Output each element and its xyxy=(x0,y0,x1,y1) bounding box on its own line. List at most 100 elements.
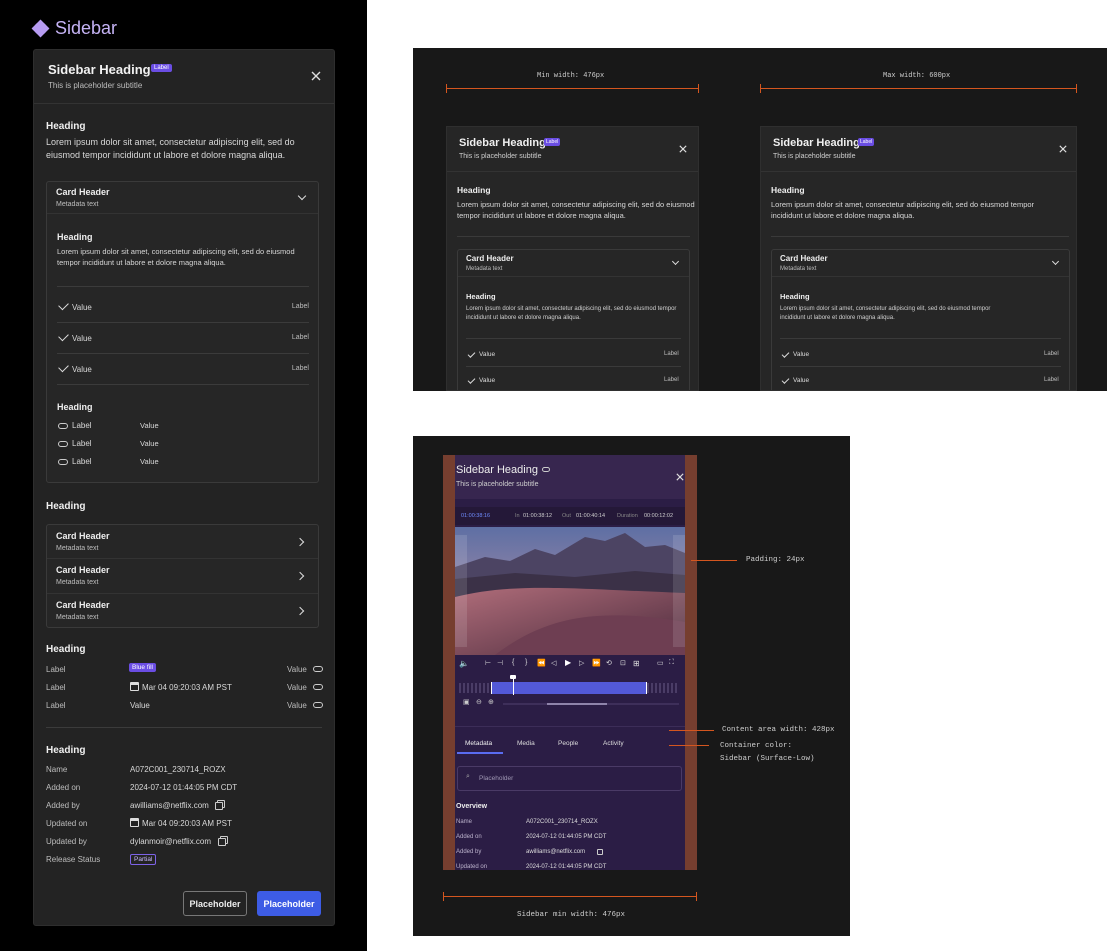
fast-forward-icon[interactable]: ⏩ xyxy=(592,659,601,667)
copy-icon[interactable] xyxy=(597,849,603,855)
meta-value: awilliams@netflix.com xyxy=(526,849,586,855)
frame-handle-left[interactable] xyxy=(455,535,467,647)
frame-handle-right[interactable] xyxy=(673,535,685,647)
min-width-label: Min width: 476px xyxy=(537,72,605,80)
card-list: Card Header Metadata text Card Header Me… xyxy=(46,524,319,628)
fullscreen-icon[interactable]: ⛶ xyxy=(669,659,674,667)
close-icon[interactable] xyxy=(676,473,684,481)
step-forward-icon[interactable]: ▷ xyxy=(579,659,584,667)
check-icon xyxy=(781,376,790,384)
volume-icon[interactable]: 🔈 xyxy=(459,659,469,668)
tab-activity[interactable]: Activity xyxy=(603,740,624,747)
primary-button[interactable]: Placeholder xyxy=(257,891,321,916)
tab-media[interactable]: Media xyxy=(517,740,535,747)
tab-people[interactable]: People xyxy=(558,740,578,747)
playhead[interactable] xyxy=(513,677,514,695)
divider xyxy=(57,322,309,323)
content-leader-line xyxy=(669,730,714,731)
list-item[interactable]: Value Label xyxy=(57,330,309,351)
close-icon[interactable] xyxy=(1059,145,1067,153)
max-width-dimension xyxy=(760,84,1077,93)
cloud-icon[interactable] xyxy=(313,702,323,708)
container-color-note: Container color: xyxy=(720,742,793,750)
go-to-out-icon[interactable]: } xyxy=(525,659,527,666)
zoom-in-icon[interactable]: ⊕ xyxy=(488,698,494,706)
chevron-right-icon xyxy=(295,537,305,547)
list-item[interactable]: Value Label xyxy=(57,361,309,382)
close-icon[interactable] xyxy=(679,145,687,153)
calendar-icon xyxy=(130,682,139,691)
padding-spec-artboard: Sidebar Heading This is placeholder subt… xyxy=(413,436,850,936)
close-icon[interactable] xyxy=(311,71,321,81)
diamond-logo-icon xyxy=(31,19,50,37)
tab-metadata[interactable]: Metadata xyxy=(465,740,492,747)
timecode-bar: 01:00:38:16 In 01:00:38:12 Out 01:00:40:… xyxy=(455,507,685,525)
playhead-handle[interactable] xyxy=(510,675,516,679)
pair-value: Value xyxy=(140,439,159,448)
current-timecode[interactable]: 01:00:38:16 xyxy=(461,513,490,519)
timeline-selection[interactable] xyxy=(491,682,647,694)
preview-card: Card Header Metadata text Heading Lorem … xyxy=(457,249,690,390)
divider xyxy=(771,236,1069,237)
go-to-in-icon[interactable]: { xyxy=(512,659,514,666)
search-input[interactable]: ⌕ Placeholder xyxy=(457,766,682,791)
list-item-value: Value xyxy=(479,351,496,358)
list-item[interactable]: Card Header Metadata text xyxy=(47,559,318,594)
check-icon xyxy=(781,350,790,358)
divider xyxy=(57,353,309,354)
add-marker-icon[interactable]: ⊞ xyxy=(633,659,640,668)
card-header[interactable]: Card Header Metadata text xyxy=(458,250,689,277)
list-item-value: Value xyxy=(479,377,496,384)
list-item-value: Value xyxy=(793,351,810,358)
copy-icon[interactable] xyxy=(215,802,223,810)
cloud-icon[interactable] xyxy=(313,684,323,690)
row-label: Label xyxy=(46,701,66,710)
divider xyxy=(57,286,309,287)
picture-in-picture-icon[interactable]: ▭ xyxy=(657,659,664,667)
sidebar-header: Sidebar Heading Label This is placeholde… xyxy=(34,50,334,104)
rewind-icon[interactable]: ⏪ xyxy=(537,659,546,667)
card-metadata: Metadata text xyxy=(56,201,99,208)
list-item[interactable]: Value Label xyxy=(57,299,309,320)
loop-icon[interactable]: ⟲ xyxy=(606,659,612,667)
card-metadata: Metadata text xyxy=(56,614,99,621)
list-item-label: Label xyxy=(1044,351,1059,357)
section-heading: Heading xyxy=(46,644,86,655)
secondary-button[interactable]: Placeholder xyxy=(183,891,247,916)
card-header[interactable]: Card Header Metadata text xyxy=(47,182,318,214)
snapshot-icon[interactable]: ▣ xyxy=(463,698,470,706)
min-width-dimension xyxy=(446,84,699,93)
cloud-icon[interactable] xyxy=(313,666,323,672)
mark-out-icon[interactable]: ⊣ xyxy=(497,659,503,667)
card-header-title: Card Header xyxy=(466,254,514,263)
meta-value: 2024-07-12 01:44:05 PM CDT xyxy=(526,864,607,870)
cloud-icon xyxy=(58,441,68,447)
card-header[interactable]: Card Header Metadata text xyxy=(772,250,1069,277)
list-item-label: Label xyxy=(291,334,309,341)
container-color-note-2: Sidebar (Surface-Low) xyxy=(720,755,815,763)
out-label: Out xyxy=(562,513,571,519)
card-metadata: Metadata text xyxy=(466,266,503,272)
zoom-scroll-thumb[interactable] xyxy=(547,703,607,705)
in-label: In xyxy=(515,513,520,519)
chevron-right-icon xyxy=(295,606,305,616)
chevron-down-icon xyxy=(1051,257,1060,266)
export-frame-icon[interactable]: ⊡ xyxy=(620,659,626,667)
cloud-icon xyxy=(58,459,68,465)
preview-text: Lorem ipsum dolor sit amet, consectetur … xyxy=(771,200,1035,220)
list-item[interactable]: Card Header Metadata text xyxy=(47,594,318,628)
purple-sidebar-preview: Sidebar Heading This is placeholder subt… xyxy=(443,455,697,870)
divider xyxy=(780,338,1061,339)
card-metadata: Metadata text xyxy=(780,266,817,272)
section-heading: Heading xyxy=(46,121,86,132)
search-placeholder: Placeholder xyxy=(479,775,514,782)
list-item[interactable]: Card Header Metadata text xyxy=(47,525,318,559)
copy-icon[interactable] xyxy=(218,838,226,846)
meta-value: 2024-07-12 01:44:05 PM CDT xyxy=(526,834,607,840)
pair-label: Label xyxy=(72,421,92,430)
play-icon[interactable]: ▶ xyxy=(565,658,571,667)
zoom-out-icon[interactable]: ⊖ xyxy=(476,698,482,706)
meta-label: Added on xyxy=(456,834,482,840)
mark-in-icon[interactable]: ⊢ xyxy=(485,659,491,667)
step-back-icon[interactable]: ◁ xyxy=(551,659,556,667)
